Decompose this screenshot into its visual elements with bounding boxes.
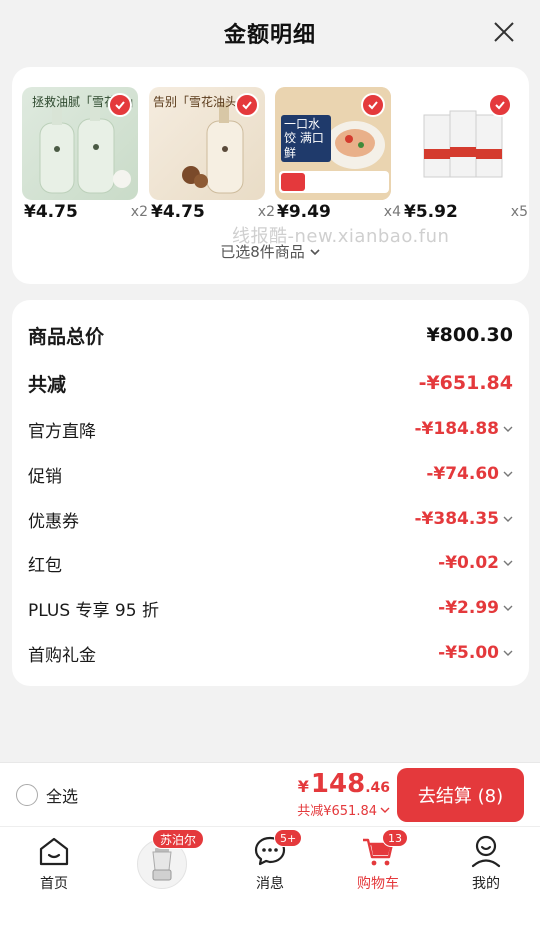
discount-row-redpacket[interactable]: 红包 -¥0.02	[28, 548, 513, 578]
bottom-tab-bar: 首页 苏泊尔 5+ 消息 13 购物车 我的	[0, 826, 540, 939]
tab-home[interactable]: 首页	[14, 833, 94, 893]
tab-label: 消息	[256, 876, 284, 892]
saved-summary-text: 共减¥651.84	[297, 804, 377, 819]
amount-detail-sheet: 金额明细 拯救油腻「雪花头」 ¥4.75 x2 告别「雪花油头」 ¥4.75 x…	[0, 0, 540, 762]
currency-symbol: ¥	[297, 777, 309, 796]
total-saved-row: 共减 -¥651.84	[28, 368, 513, 398]
discount-row-coupon[interactable]: 优惠券 -¥384.35	[28, 504, 513, 534]
chevron-down-icon	[503, 426, 513, 432]
discount-label: PLUS 专享 95 折	[28, 600, 159, 621]
checked-icon[interactable]	[108, 93, 132, 117]
product-image-text: 一口水饺 满口鲜	[281, 115, 331, 163]
product-list: 拯救油腻「雪花头」 ¥4.75 x2 告别「雪花油头」 ¥4.75 x2 一口水…	[22, 87, 529, 227]
product-image: 一口水饺 满口鲜	[275, 87, 391, 200]
total-price-label: 商品总价	[28, 325, 105, 348]
discount-value: -¥5.00	[438, 643, 499, 663]
product-qty: x4	[383, 204, 401, 220]
selected-count-label: 已选8件商品	[220, 243, 305, 261]
product-price: ¥5.92	[404, 202, 458, 222]
discount-label: 优惠券	[28, 511, 79, 532]
total-amount: ¥ 148 .46 共减¥651.84	[297, 769, 390, 819]
discount-row-plus[interactable]: PLUS 专享 95 折 -¥2.99	[28, 593, 513, 623]
product-item[interactable]: 告别「雪花油头」 ¥4.75 x2	[149, 87, 275, 227]
discount-value: -¥74.60	[426, 464, 499, 484]
discount-label: 红包	[28, 555, 62, 576]
product-qty: x5	[510, 204, 528, 220]
discount-value: -¥384.35	[414, 509, 500, 529]
discount-label: 官方直降	[28, 421, 96, 442]
cart-badge: 13	[382, 829, 408, 847]
product-price: ¥4.75	[151, 202, 205, 222]
blender-icon	[152, 848, 172, 881]
price-summary-card: 商品总价 ¥800.30 共减 -¥651.84 官方直降 -¥184.88 促…	[12, 300, 529, 686]
tab-label: 我的	[472, 876, 500, 892]
checked-icon[interactable]	[235, 93, 259, 117]
sheet-header: 金额明细	[0, 0, 540, 66]
product-image: 告别「雪花油头」	[149, 87, 265, 200]
chevron-down-icon	[503, 516, 513, 522]
saved-summary-toggle[interactable]: 共减¥651.84	[297, 800, 390, 819]
tab-label: 购物车	[357, 876, 399, 892]
checked-icon[interactable]	[488, 93, 512, 117]
home-icon	[39, 837, 69, 866]
product-qty: x2	[257, 204, 275, 220]
total-decimal: .46	[365, 780, 390, 796]
tab-me[interactable]: 我的	[446, 833, 526, 893]
discount-row-first-purchase[interactable]: 首购礼金 -¥5.00	[28, 638, 513, 668]
discount-value: -¥184.88	[414, 419, 500, 439]
total-integer: 148	[310, 769, 366, 799]
discount-value: -¥2.99	[438, 598, 499, 618]
total-price-row: 商品总价 ¥800.30	[28, 320, 513, 350]
total-saved-value: -¥651.84	[418, 372, 513, 394]
products-card: 拯救油腻「雪花头」 ¥4.75 x2 告别「雪花油头」 ¥4.75 x2 一口水…	[12, 67, 529, 284]
checked-icon[interactable]	[361, 93, 385, 117]
chevron-down-icon	[503, 471, 513, 477]
discount-label: 促销	[28, 466, 62, 487]
profile-icon	[471, 835, 501, 868]
product-item[interactable]: ¥5.92 x5	[402, 87, 528, 227]
product-qty: x2	[130, 204, 148, 220]
product-image	[402, 87, 518, 200]
product-item[interactable]: 一口水饺 满口鲜 ¥9.49 x4	[275, 87, 401, 227]
tab-messages[interactable]: 5+ 消息	[230, 829, 310, 893]
messages-badge: 5+	[274, 829, 303, 847]
brand-badge: 苏泊尔	[152, 829, 205, 849]
close-icon[interactable]	[490, 18, 518, 46]
tab-brand[interactable]: 苏泊尔	[134, 829, 205, 889]
chevron-down-icon	[503, 650, 513, 656]
checkout-button[interactable]: 去结算 (8)	[397, 768, 524, 822]
chevron-down-icon	[503, 560, 513, 566]
discount-row-official[interactable]: 官方直降 -¥184.88	[28, 414, 513, 444]
checkout-bar: 全选 ¥ 148 .46 共减¥651.84 去结算 (8)	[0, 762, 540, 826]
select-all-toggle[interactable]: 全选	[16, 783, 78, 807]
chevron-down-icon	[503, 605, 513, 611]
discount-value: -¥0.02	[438, 553, 499, 573]
selected-items-toggle[interactable]: 已选8件商品	[12, 241, 529, 262]
tab-cart[interactable]: 13 购物车	[338, 829, 418, 893]
radio-icon[interactable]	[16, 784, 38, 806]
select-all-label: 全选	[46, 787, 79, 806]
product-item[interactable]: 拯救油腻「雪花头」 ¥4.75 x2	[22, 87, 148, 227]
chevron-down-icon	[380, 807, 390, 813]
discount-row-promo[interactable]: 促销 -¥74.60	[28, 459, 513, 489]
product-image: 拯救油腻「雪花头」	[22, 87, 138, 200]
total-price-value: ¥800.30	[426, 324, 513, 346]
discount-label: 首购礼金	[28, 645, 96, 666]
product-price: ¥9.49	[277, 202, 331, 222]
page-title: 金额明细	[223, 23, 316, 48]
total-saved-label: 共减	[28, 373, 67, 396]
product-price: ¥4.75	[24, 202, 78, 222]
chevron-down-icon	[310, 248, 320, 255]
tab-label: 首页	[40, 876, 68, 892]
